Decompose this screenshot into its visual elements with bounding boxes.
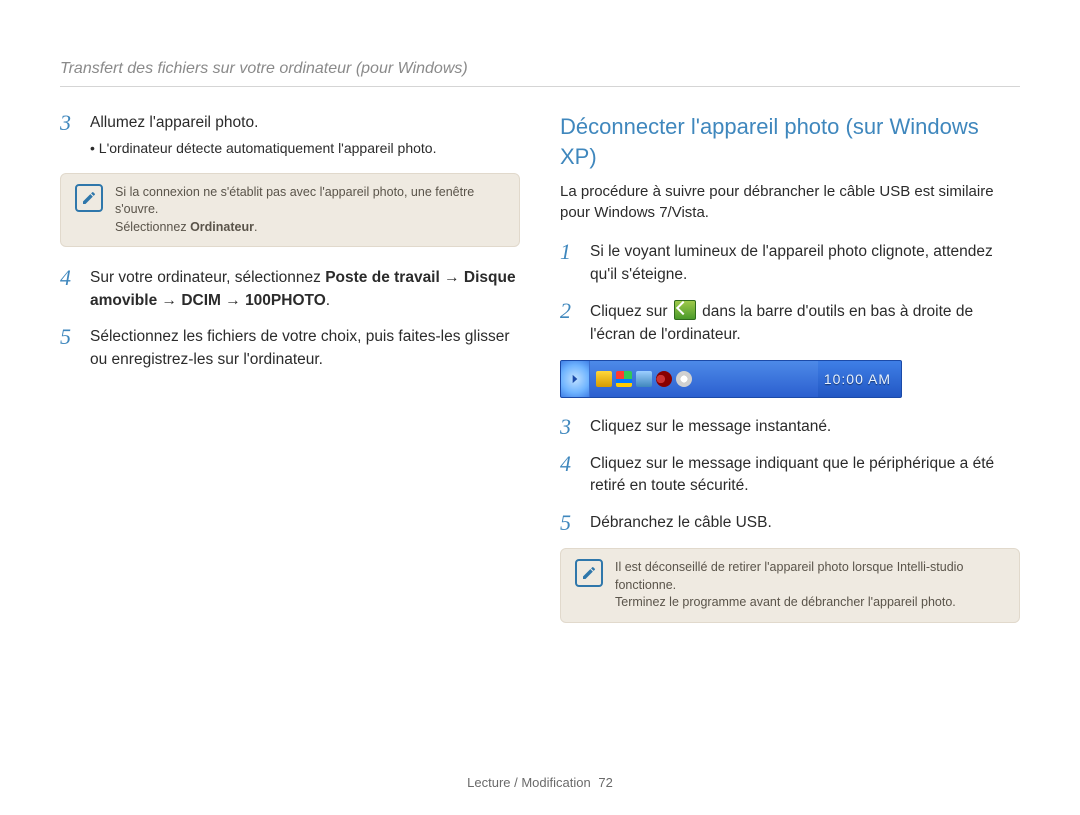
- note-icon: [575, 559, 603, 587]
- left-column: 3 Allumez l'appareil photo. L'ordinateur…: [60, 112, 520, 643]
- security-shield-icon: [596, 371, 612, 387]
- step-text: Sur votre ordinateur, sélectionnez Poste…: [90, 267, 520, 312]
- right-step-3: 3 Cliquez sur le message instantané.: [560, 416, 1020, 438]
- step-number: 5: [560, 512, 580, 534]
- step-text: Cliquez sur le message instantané.: [590, 416, 1020, 438]
- callout-line: Sélectionnez Ordinateur.: [115, 219, 505, 237]
- right-column: Déconnecter l'appareil photo (sur Window…: [560, 112, 1020, 643]
- step-number: 4: [560, 453, 580, 498]
- left-step-5: 5 Sélectionnez les fichiers de votre cho…: [60, 326, 520, 371]
- right-step-5: 5 Débranchez le câble USB.: [560, 512, 1020, 534]
- step-number: 1: [560, 241, 580, 286]
- windows-xp-taskbar-figure: 10:00 AM: [560, 360, 902, 398]
- step-number: 5: [60, 326, 80, 371]
- system-tray: [590, 361, 818, 397]
- safely-remove-icon: [676, 371, 692, 387]
- right-callout: Il est déconseillé de retirer l'appareil…: [560, 548, 1020, 623]
- network-icon: [636, 371, 652, 387]
- step-number: 2: [560, 300, 580, 346]
- step-text: Débranchez le câble USB.: [590, 512, 1020, 534]
- step-text: Si le voyant lumineux de l'appareil phot…: [590, 241, 1020, 286]
- taskbar-clock: 10:00 AM: [818, 361, 901, 397]
- step-number: 3: [60, 112, 80, 159]
- page-footer: Lecture / Modification 72: [0, 775, 1080, 790]
- right-step-1: 1 Si le voyant lumineux de l'appareil ph…: [560, 241, 1020, 286]
- left-step-3: 3 Allumez l'appareil photo. L'ordinateur…: [60, 112, 520, 159]
- note-icon: [75, 184, 103, 212]
- step-text: Cliquez sur le message indiquant que le …: [590, 453, 1020, 498]
- section-heading: Déconnecter l'appareil photo (sur Window…: [560, 112, 1020, 171]
- right-step-2: 2 Cliquez sur dans la barre d'outils en …: [560, 300, 1020, 346]
- volume-icon: [656, 371, 672, 387]
- page-number: 72: [598, 775, 612, 790]
- windows-update-icon: [616, 371, 632, 387]
- breadcrumb: Transfert des fichiers sur votre ordinat…: [60, 60, 1020, 87]
- left-callout: Si la connexion ne s'établit pas avec l'…: [60, 173, 520, 248]
- footer-section: Lecture / Modification: [467, 775, 591, 790]
- safely-remove-hardware-icon: [674, 300, 696, 320]
- callout-line: Terminez le programme avant de débranche…: [615, 594, 1005, 612]
- callout-line: Il est déconseillé de retirer l'appareil…: [615, 559, 1005, 594]
- step-text: Sélectionnez les fichiers de votre choix…: [90, 326, 520, 371]
- right-step-4: 4 Cliquez sur le message indiquant que l…: [560, 453, 1020, 498]
- step-subtext: L'ordinateur détecte automatiquement l'a…: [90, 138, 520, 158]
- left-step-4: 4 Sur votre ordinateur, sélectionnez Pos…: [60, 267, 520, 312]
- taskbar-expand-chevron-icon: [561, 361, 590, 397]
- step-text: Cliquez sur dans la barre d'outils en ba…: [590, 300, 1020, 346]
- step-number: 4: [60, 267, 80, 312]
- section-intro: La procédure à suivre pour débrancher le…: [560, 181, 1020, 223]
- step-text: Allumez l'appareil photo.: [90, 114, 258, 131]
- step-number: 3: [560, 416, 580, 438]
- callout-line: Si la connexion ne s'établit pas avec l'…: [115, 184, 505, 219]
